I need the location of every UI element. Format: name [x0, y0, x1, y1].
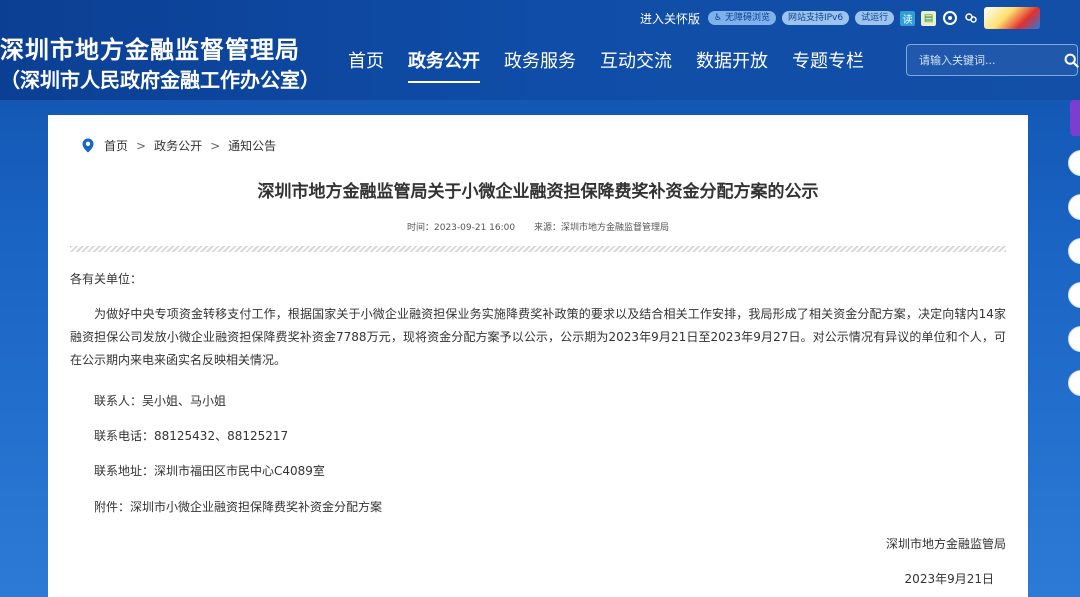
- site-title[interactable]: 深圳市地方金融监督管理局: [0, 30, 300, 65]
- breadcrumb-government-affairs[interactable]: 政务公开: [154, 137, 202, 154]
- attachment-link[interactable]: 附件：深圳市小微企业融资担保降费奖补资金分配方案: [94, 498, 382, 515]
- app-icon[interactable]: ▤: [921, 10, 937, 26]
- ipv6-badge: 网站支持IPv6: [781, 11, 850, 25]
- main-paragraph: 为做好中央专项资金转移支付工作，根据国家关于小微企业融资担保业务实施降费奖补政策…: [70, 307, 1006, 367]
- reader-icon[interactable]: 读: [900, 10, 916, 26]
- trial-badge: 试运行: [855, 11, 895, 25]
- search-icon: [1064, 53, 1079, 68]
- accessibility-button[interactable]: ♿ 无障碍浏览: [708, 11, 776, 25]
- nav-special-topics[interactable]: 专题专栏: [780, 47, 876, 83]
- nav-open-data[interactable]: 数据开放: [684, 47, 780, 83]
- side-tool-button[interactable]: [1068, 326, 1080, 352]
- main-nav: 首页 政务公开 政务服务 互动交流 数据开放 专题专栏: [336, 47, 876, 83]
- nav-home[interactable]: 首页: [336, 47, 396, 83]
- side-tool-button[interactable]: [1068, 194, 1080, 220]
- signature-org: 深圳市地方金融监管局: [885, 537, 1006, 551]
- article-title: 深圳市地方金融监管局关于小微企业融资担保降费奖补资金分配方案的公示: [257, 182, 819, 202]
- weibo-icon[interactable]: [942, 11, 957, 26]
- breadcrumb-separator: >: [136, 138, 147, 153]
- greeting: 各有关单位：: [70, 272, 143, 286]
- care-version-link[interactable]: 进入关怀版: [640, 10, 700, 27]
- search-input[interactable]: [907, 45, 1064, 75]
- side-tool-button[interactable]: [1068, 238, 1080, 264]
- contact-person: 联系人：吴小姐、马小姐: [94, 394, 227, 408]
- contact-address: 联系地址：深圳市福田区市民中心C4089室: [94, 464, 325, 478]
- signature-date: 2023年9月21日: [904, 572, 994, 586]
- nav-interaction[interactable]: 互动交流: [588, 47, 684, 83]
- search-button[interactable]: [1064, 45, 1079, 75]
- location-pin-icon: [82, 138, 94, 153]
- breadcrumb: 首页 > 政务公开 > 通知公告: [82, 137, 276, 154]
- site-subtitle: （深圳市人民政府金融工作办公室）: [0, 68, 320, 92]
- title-divider: [70, 246, 1006, 252]
- shenzhen-logo-icon[interactable]: [984, 7, 1041, 29]
- breadcrumb-separator: >: [210, 138, 221, 153]
- breadcrumb-home[interactable]: 首页: [104, 137, 128, 154]
- publish-time: 时间：2023-09-21 16:00: [407, 223, 516, 233]
- wechat-icon[interactable]: [963, 11, 978, 26]
- article-meta: 时间：2023-09-21 16:00 来源：深圳市地方金融监督管理局: [48, 220, 1028, 233]
- side-tool-button[interactable]: [1068, 370, 1080, 396]
- article-source: 来源：深圳市地方金融监督管理局: [533, 223, 669, 233]
- article-card: 首页 > 政务公开 > 通知公告 深圳市地方金融监管局关于小微企业融资担保降费奖…: [48, 115, 1028, 597]
- site-header: 深圳市地方金融监督管理局 （深圳市人民政府金融工作办公室） 进入关怀版 ♿ 无障…: [0, 0, 1080, 100]
- nav-services[interactable]: 政务服务: [492, 47, 588, 83]
- side-floating-tab[interactable]: [1070, 100, 1080, 136]
- breadcrumb-notices[interactable]: 通知公告: [228, 137, 276, 154]
- nav-government-affairs[interactable]: 政务公开: [396, 47, 492, 83]
- contact-phone: 联系电话：88125432、88125217: [94, 429, 289, 443]
- side-tool-button[interactable]: [1068, 150, 1080, 176]
- side-tool-button[interactable]: [1068, 282, 1080, 308]
- search-box: [906, 44, 1079, 76]
- top-utility-bar: 进入关怀版 ♿ 无障碍浏览 网站支持IPv6 试运行 读 ▤: [640, 7, 1041, 29]
